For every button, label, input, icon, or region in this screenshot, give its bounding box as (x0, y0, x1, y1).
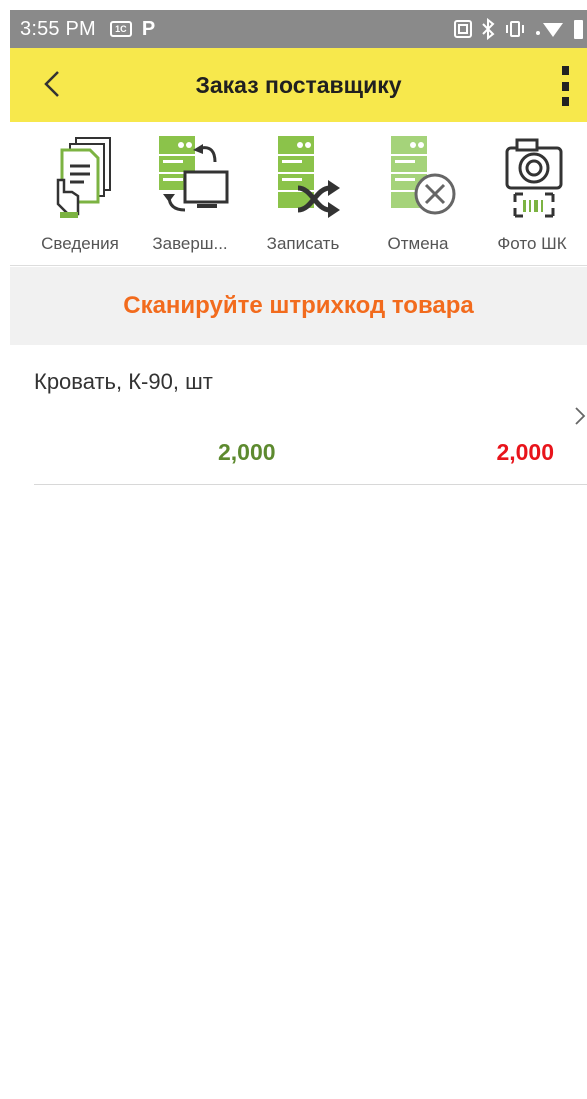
status-left-icons: 1С P (109, 17, 156, 41)
wifi-icon (536, 23, 563, 37)
list-item[interactable]: Кровать, К-90, шт 2,000 2,000 (10, 345, 587, 485)
document-hand-icon (56, 137, 111, 218)
action-toolbar: Сведения Заверш... Записать Отмена Фото … (10, 122, 587, 266)
tool-label: Записать (266, 234, 340, 253)
scan-prompt-banner: Сканируйте штрихкод товара (10, 267, 587, 345)
bluetooth-icon (482, 18, 495, 40)
tool-details-button[interactable]: Сведения (25, 122, 135, 266)
server-sync-monitor-icon (159, 136, 229, 212)
kebab-dot (561, 97, 569, 106)
item-qty-planned: 2,000 (218, 439, 276, 465)
tool-label: Фото ШК (497, 234, 567, 253)
page-title: Заказ поставщику (195, 71, 402, 98)
camera-barcode-icon (505, 138, 563, 218)
more-menu-button[interactable] (557, 66, 573, 106)
tool-cancel-button[interactable]: Отмена (363, 122, 473, 266)
tool-label: Сведения (41, 234, 119, 253)
tool-label: Заверш... (152, 234, 228, 253)
1c-icon: 1С (109, 21, 132, 37)
chevron-left-icon (44, 71, 59, 97)
item-name: Кровать, К-90, шт (34, 369, 213, 394)
scan-prompt-text: Сканируйте штрихкод товара (123, 292, 474, 319)
status-bar: 3:55 PM 1С P (10, 10, 587, 48)
tool-complete-button[interactable]: Заверш... (135, 122, 245, 266)
tool-save-button[interactable]: Записать (248, 122, 358, 266)
items-list: Кровать, К-90, шт 2,000 2,000 (10, 345, 587, 1099)
divider (34, 484, 587, 485)
kebab-dot (561, 81, 569, 91)
parking-p-icon: P (141, 17, 156, 40)
back-button[interactable] (32, 64, 72, 104)
server-shuffle-icon (278, 136, 340, 218)
tool-label: Отмена (387, 234, 449, 253)
status-time: 3:55 PM (20, 17, 96, 40)
server-cancel-icon (391, 136, 456, 215)
item-qty-actual: 2,000 (496, 439, 554, 465)
chevron-right-icon (575, 407, 586, 425)
battery-icon (574, 20, 583, 39)
kebab-dot (561, 66, 569, 75)
tool-photo-barcode-button[interactable]: Фото ШК (477, 122, 587, 266)
vibrate-icon (506, 21, 524, 37)
nfc-icon (454, 20, 472, 38)
app-bar: Заказ поставщику (10, 48, 587, 122)
status-right-icons (453, 10, 583, 48)
